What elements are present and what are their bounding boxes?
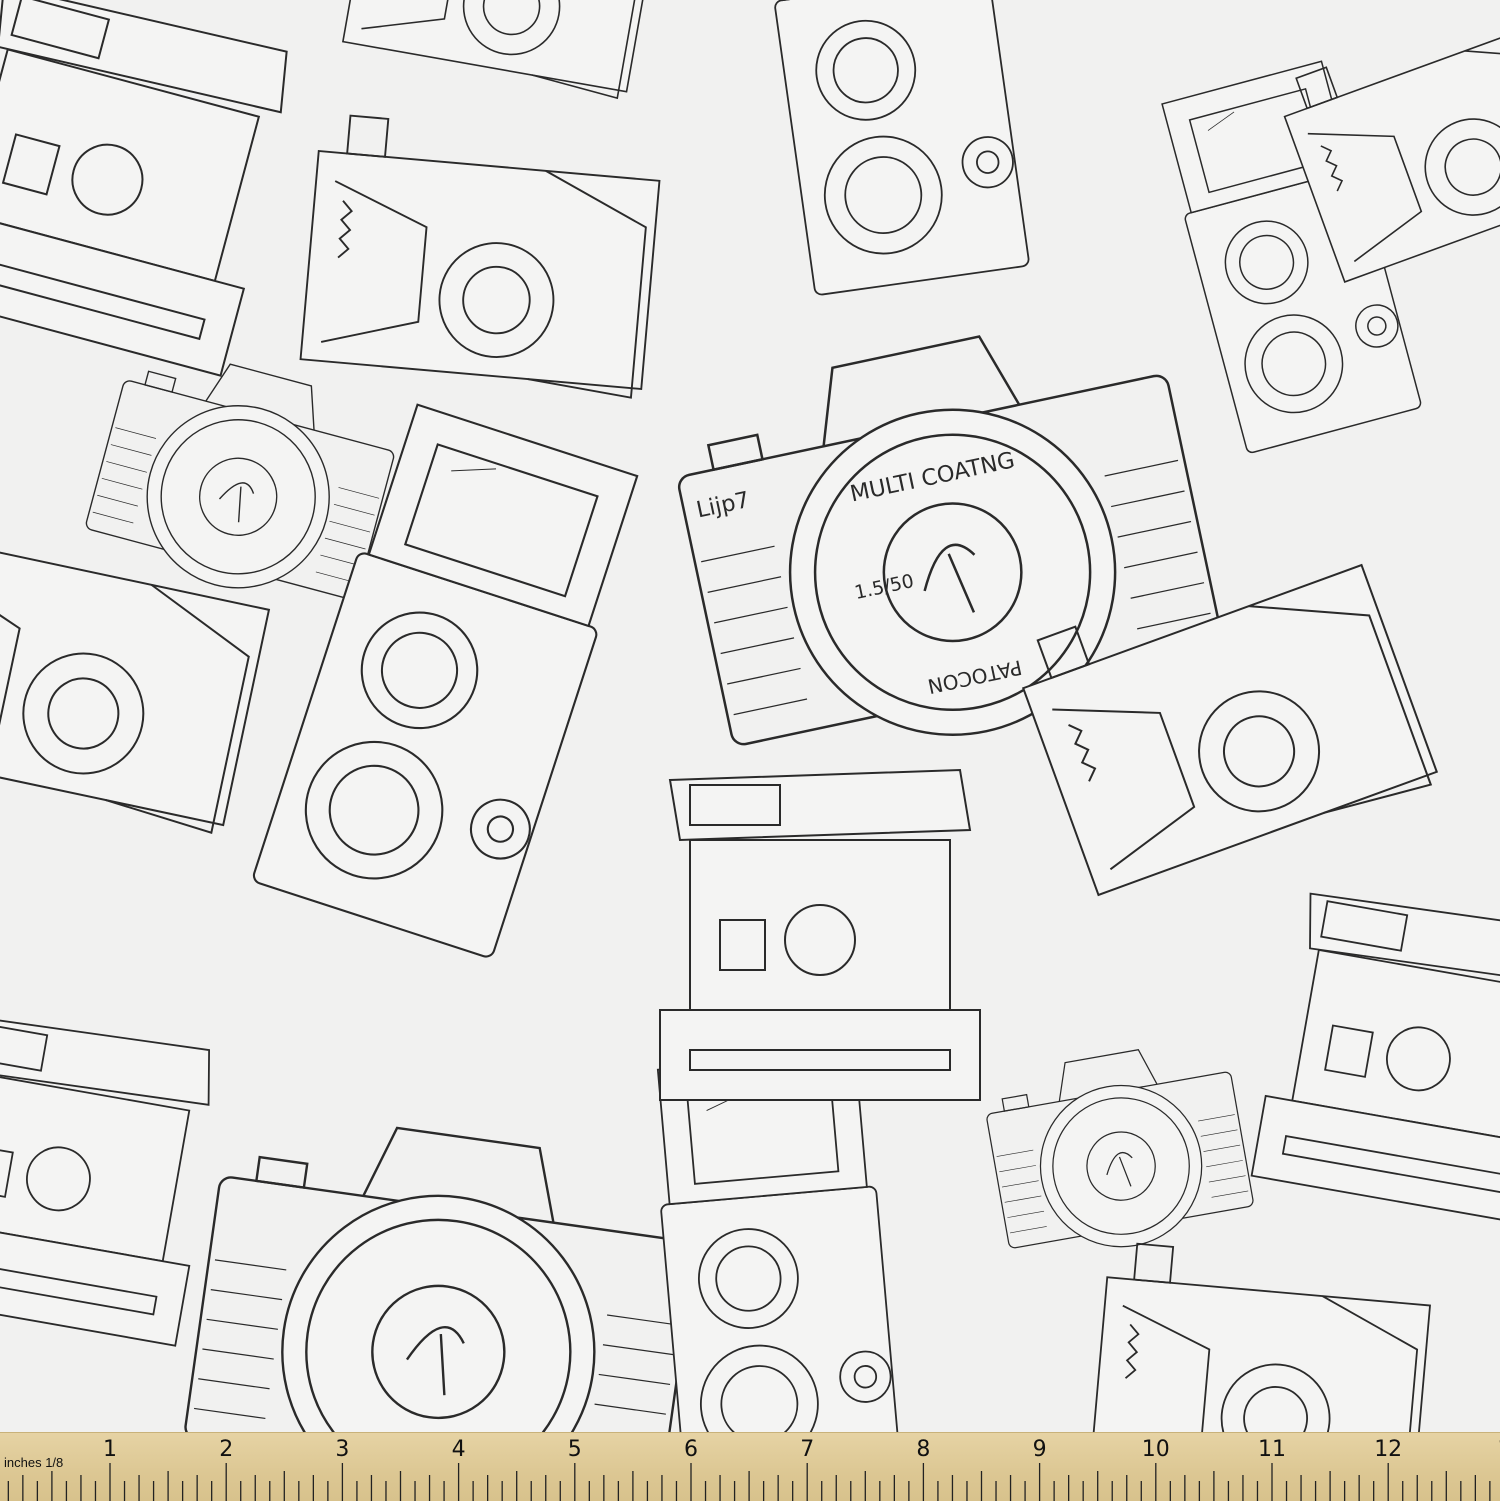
ruler-number: 2 <box>219 1437 233 1462</box>
folding-camera-illustration <box>300 113 663 398</box>
ruler-number: 7 <box>800 1437 814 1462</box>
ruler-number: 12 <box>1374 1437 1402 1462</box>
measuring-ruler: inches 1/8 1234567891011121 <box>0 1432 1500 1501</box>
ruler-number: 1 <box>103 1437 117 1462</box>
ruler-number: 6 <box>684 1437 698 1462</box>
ruler-number: 8 <box>916 1437 930 1462</box>
ruler-number: 5 <box>568 1437 582 1462</box>
ruler-number: 3 <box>335 1437 349 1462</box>
svg-text:Lijp7: Lijp7 <box>694 487 752 524</box>
twin-lens-camera-illustration <box>649 1052 902 1432</box>
slr-camera-illustration <box>980 1035 1258 1267</box>
instant-camera-illustration <box>0 1003 227 1345</box>
folding-camera-illustration <box>342 0 663 100</box>
instant-camera-illustration <box>1252 883 1500 1225</box>
instant-camera-illustration <box>0 0 306 376</box>
ruler-number: 11 <box>1258 1437 1286 1462</box>
slr-camera-illustration <box>179 1105 706 1432</box>
ruler-number: 9 <box>1033 1437 1047 1462</box>
ruler-unit-label: inches 1/8 <box>4 1455 63 1470</box>
instant-camera-illustration <box>660 770 980 1100</box>
camera-pattern-fabric: MULTI COATNG1.5/50PATOCONLijp7 <box>0 0 1500 1432</box>
ruler-number: 4 <box>452 1437 466 1462</box>
ruler-number: 10 <box>1142 1437 1170 1462</box>
twin-lens-camera-illustration <box>755 0 1029 295</box>
folding-camera-illustration <box>1089 1241 1433 1432</box>
